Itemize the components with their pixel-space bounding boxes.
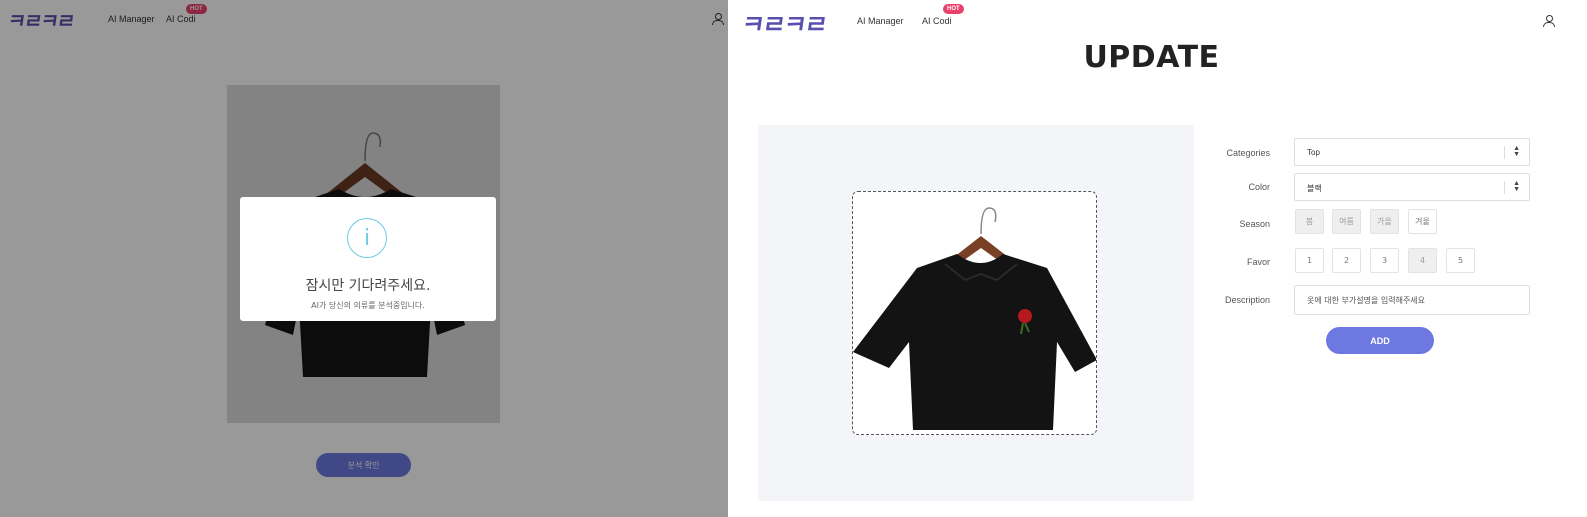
left-window: ㅋㄹㅋㄹ AI Manager AI Codi HOT 분석 확인 i 잠시만 …: [0, 0, 728, 517]
categories-label: Categories: [1226, 148, 1270, 158]
favor-chip-4[interactable]: 4: [1408, 248, 1437, 273]
favor-chip-2[interactable]: 2: [1332, 248, 1361, 273]
nav-ai-codi[interactable]: AI Codi: [922, 16, 952, 26]
modal-subtitle: AI가 당신의 의류를 분석중입니다.: [311, 301, 425, 310]
select-divider: [1504, 146, 1505, 159]
season-chip-summer[interactable]: 여름: [1332, 209, 1361, 234]
image-upload-area[interactable]: [852, 191, 1097, 435]
color-value: 블랙: [1307, 184, 1322, 193]
favor-chip-3[interactable]: 3: [1370, 248, 1399, 273]
nav-ai-manager[interactable]: AI Manager: [857, 16, 904, 26]
categories-select[interactable]: Top ▲ ▼: [1294, 138, 1530, 166]
page-title: UPDATE: [1083, 40, 1220, 75]
season-chip-spring[interactable]: 봄: [1295, 209, 1324, 234]
logo[interactable]: ㅋㄹㅋㄹ: [739, 5, 828, 41]
info-icon: i: [347, 218, 387, 258]
color-label: Color: [1248, 182, 1270, 192]
favor-chip-5[interactable]: 5: [1446, 248, 1475, 273]
season-chip-autumn[interactable]: 가을: [1370, 209, 1399, 234]
hot-badge: HOT: [943, 4, 964, 14]
select-arrows-icon: ▲ ▼: [1513, 145, 1520, 158]
season-chip-winter[interactable]: 겨울: [1408, 209, 1437, 234]
modal-title: 잠시만 기다려주세요.: [305, 278, 431, 294]
favor-chip-1[interactable]: 1: [1295, 248, 1324, 273]
right-window: ㅋㄹㅋㄹ AI Manager AI Codi HOT UPDATE Categ…: [730, 0, 1587, 517]
favor-label: Favor: [1246, 257, 1270, 267]
select-arrows-icon: ▲ ▼: [1513, 180, 1520, 193]
loading-modal: i 잠시만 기다려주세요. AI가 당신의 의류를 분석중입니다.: [240, 197, 496, 321]
color-select[interactable]: 블랙 ▲ ▼: [1294, 173, 1530, 201]
add-button[interactable]: ADD: [1326, 327, 1434, 354]
select-divider: [1504, 181, 1505, 194]
categories-value: Top: [1307, 148, 1320, 157]
top-nav: ㅋㄹㅋㄹ AI Manager AI Codi HOT: [730, 0, 1587, 41]
description-input[interactable]: 옷에 대한 부가설명을 입력해주세요: [1294, 285, 1530, 315]
user-icon[interactable]: [1543, 15, 1555, 27]
description-label: Description: [1224, 295, 1270, 305]
season-label: Season: [1239, 219, 1270, 229]
